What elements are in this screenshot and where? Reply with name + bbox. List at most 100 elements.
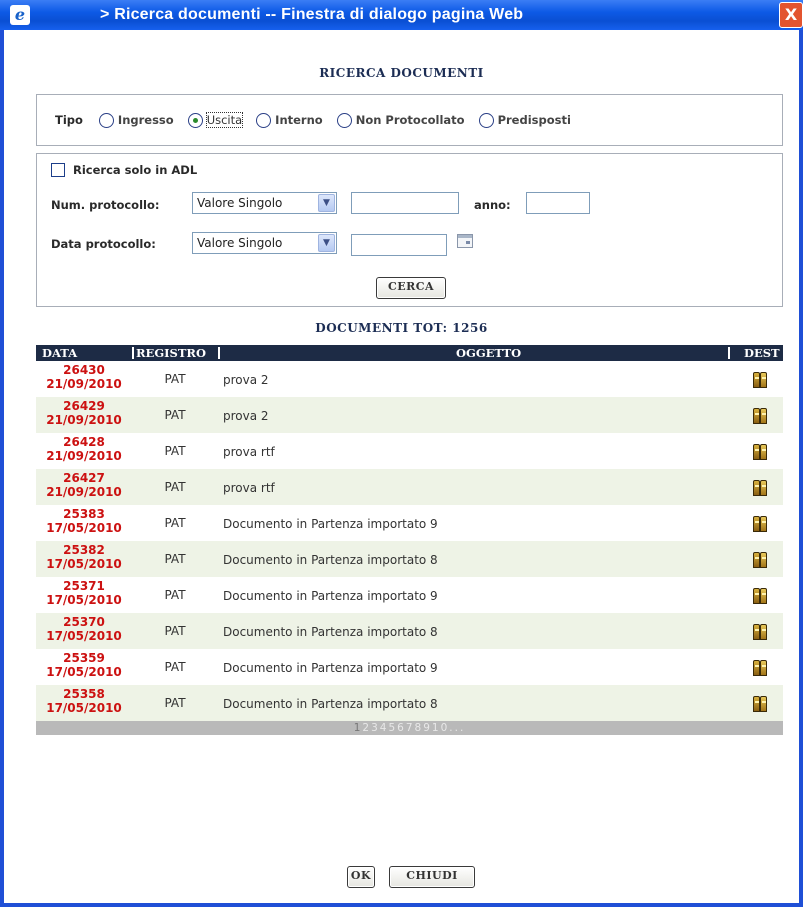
radio-non-protocollato[interactable]: Non Protocollato	[336, 112, 465, 128]
cell-registro: PAT	[164, 480, 186, 494]
radio-non-protocollato-label: Non Protocollato	[355, 113, 465, 127]
table-row[interactable]: 25371 17/05/2010 PAT Documento in Partenza …	[36, 577, 783, 613]
page-link[interactable]: 6	[397, 722, 406, 734]
recipients-icon[interactable]	[753, 477, 769, 497]
recipients-icon[interactable]	[753, 441, 769, 461]
protocol-date[interactable]: 17/05/2010	[36, 593, 132, 607]
radio-interno[interactable]: Interno	[256, 112, 323, 128]
protocol-date[interactable]: 17/05/2010	[36, 701, 132, 715]
protocol-date[interactable]: 21/09/2010	[36, 413, 132, 427]
protocol-date[interactable]: 17/05/2010	[36, 629, 132, 643]
table-row[interactable]: 25383 17/05/2010 PAT Documento in Partenza …	[36, 505, 783, 541]
page-link[interactable]: 9	[423, 722, 432, 734]
protocol-number[interactable]: 26427	[36, 471, 132, 485]
radio-ingresso-label: Ingresso	[117, 113, 174, 127]
page-link[interactable]: 7	[406, 722, 415, 734]
cell-data[interactable]: 26429 21/09/2010	[36, 399, 132, 427]
num-protocollo-select-value: Valore Singolo	[197, 196, 283, 210]
radio-non-protocollato-button[interactable]	[336, 112, 352, 128]
recipients-icon[interactable]	[753, 513, 769, 533]
radio-predisposti[interactable]: Predisposti	[478, 112, 571, 128]
protocol-date[interactable]: 21/09/2010	[36, 377, 132, 391]
column-header-dest[interactable]: DEST	[744, 345, 780, 361]
cell-oggetto: Documento in Partenza importato 9	[223, 517, 438, 531]
table-row[interactable]: 26430 21/09/2010 PAT prova 2	[36, 361, 783, 397]
recipients-icon[interactable]	[753, 405, 769, 425]
table-row[interactable]: 25382 17/05/2010 PAT Documento in Partenza …	[36, 541, 783, 577]
cell-data[interactable]: 25358 17/05/2010	[36, 687, 132, 715]
table-row[interactable]: 25370 17/05/2010 PAT Documento in Partenza …	[36, 613, 783, 649]
column-header-data[interactable]: DATA	[42, 345, 77, 361]
protocol-number[interactable]: 25382	[36, 543, 132, 557]
page-title: RICERCA DOCUMENTI	[319, 66, 484, 80]
cell-data[interactable]: 25371 17/05/2010	[36, 579, 132, 607]
page-link[interactable]: 3	[371, 722, 380, 734]
protocol-number[interactable]: 25359	[36, 651, 132, 665]
cell-data[interactable]: 26427 21/09/2010	[36, 471, 132, 499]
radio-predisposti-button[interactable]	[478, 112, 494, 128]
protocol-date[interactable]: 17/05/2010	[36, 665, 132, 679]
protocol-number[interactable]: 25358	[36, 687, 132, 701]
chevron-down-icon[interactable]: ▼	[318, 234, 335, 252]
adl-checkbox[interactable]	[51, 163, 65, 177]
chiudi-button[interactable]: CHIUDI	[389, 866, 475, 888]
cell-data[interactable]: 25370 17/05/2010	[36, 615, 132, 643]
protocol-date[interactable]: 17/05/2010	[36, 557, 132, 571]
cell-registro: PAT	[164, 624, 186, 638]
cell-registro: PAT	[164, 660, 186, 674]
protocol-number[interactable]: 25383	[36, 507, 132, 521]
table-row[interactable]: 26428 21/09/2010 PAT prova rtf	[36, 433, 783, 469]
protocol-number[interactable]: 25370	[36, 615, 132, 629]
recipients-icon[interactable]	[753, 369, 769, 389]
radio-uscita[interactable]: Uscita	[187, 112, 244, 128]
page-link[interactable]: ...	[449, 722, 465, 734]
table-row[interactable]: 26429 21/09/2010 PAT prova 2	[36, 397, 783, 433]
cell-data[interactable]: 25383 17/05/2010	[36, 507, 132, 535]
protocol-date[interactable]: 21/09/2010	[36, 485, 132, 499]
cell-data[interactable]: 26428 21/09/2010	[36, 435, 132, 463]
radio-uscita-button[interactable]	[187, 112, 203, 128]
data-protocollo-select[interactable]: Valore Singolo ▼	[192, 232, 337, 254]
data-protocollo-input[interactable]	[351, 234, 447, 256]
protocol-number[interactable]: 25371	[36, 579, 132, 593]
calendar-icon[interactable]	[457, 234, 473, 248]
protocol-date[interactable]: 21/09/2010	[36, 449, 132, 463]
radio-ingresso-button[interactable]	[98, 112, 114, 128]
num-protocollo-input[interactable]	[351, 192, 459, 214]
protocol-date[interactable]: 17/05/2010	[36, 521, 132, 535]
page-link[interactable]: 5	[388, 722, 397, 734]
recipients-icon[interactable]	[753, 621, 769, 641]
table-row[interactable]: 25359 17/05/2010 PAT Documento in Partenza …	[36, 649, 783, 685]
page-link[interactable]: 10	[432, 722, 449, 734]
chevron-down-icon[interactable]: ▼	[318, 194, 335, 212]
protocol-number[interactable]: 26429	[36, 399, 132, 413]
cell-data[interactable]: 25382 17/05/2010	[36, 543, 132, 571]
dialog-content: RICERCA DOCUMENTI Tipo Ingresso Uscita I…	[18, 32, 785, 903]
ie-app-icon: e	[10, 5, 30, 25]
tipo-label: Tipo	[55, 113, 83, 127]
page-link[interactable]: 8	[415, 722, 424, 734]
cell-registro: PAT	[164, 588, 186, 602]
protocol-number[interactable]: 26428	[36, 435, 132, 449]
cell-data[interactable]: 25359 17/05/2010	[36, 651, 132, 679]
page-link[interactable]: 2	[362, 722, 371, 734]
anno-input[interactable]	[526, 192, 590, 214]
column-header-oggetto[interactable]: OGGETTO	[456, 345, 521, 361]
ok-button[interactable]: OK	[347, 866, 375, 888]
radio-interno-button[interactable]	[256, 112, 272, 128]
close-button[interactable]: X	[779, 2, 803, 28]
recipients-icon[interactable]	[753, 657, 769, 677]
protocol-number[interactable]: 26430	[36, 363, 132, 377]
column-header-registro[interactable]: REGISTRO	[136, 345, 206, 361]
cell-data[interactable]: 26430 21/09/2010	[36, 363, 132, 391]
cerca-button[interactable]: CERCA	[376, 277, 446, 299]
num-protocollo-select[interactable]: Valore Singolo ▼	[192, 192, 337, 214]
table-row[interactable]: 25358 17/05/2010 PAT Documento in Partenza …	[36, 685, 783, 721]
recipients-icon[interactable]	[753, 585, 769, 605]
radio-ingresso[interactable]: Ingresso	[98, 112, 174, 128]
cell-oggetto: prova 2	[223, 409, 269, 423]
recipients-icon[interactable]	[753, 693, 769, 713]
recipients-icon[interactable]	[753, 549, 769, 569]
data-protocollo-select-value: Valore Singolo	[197, 236, 283, 250]
table-row[interactable]: 26427 21/09/2010 PAT prova rtf	[36, 469, 783, 505]
